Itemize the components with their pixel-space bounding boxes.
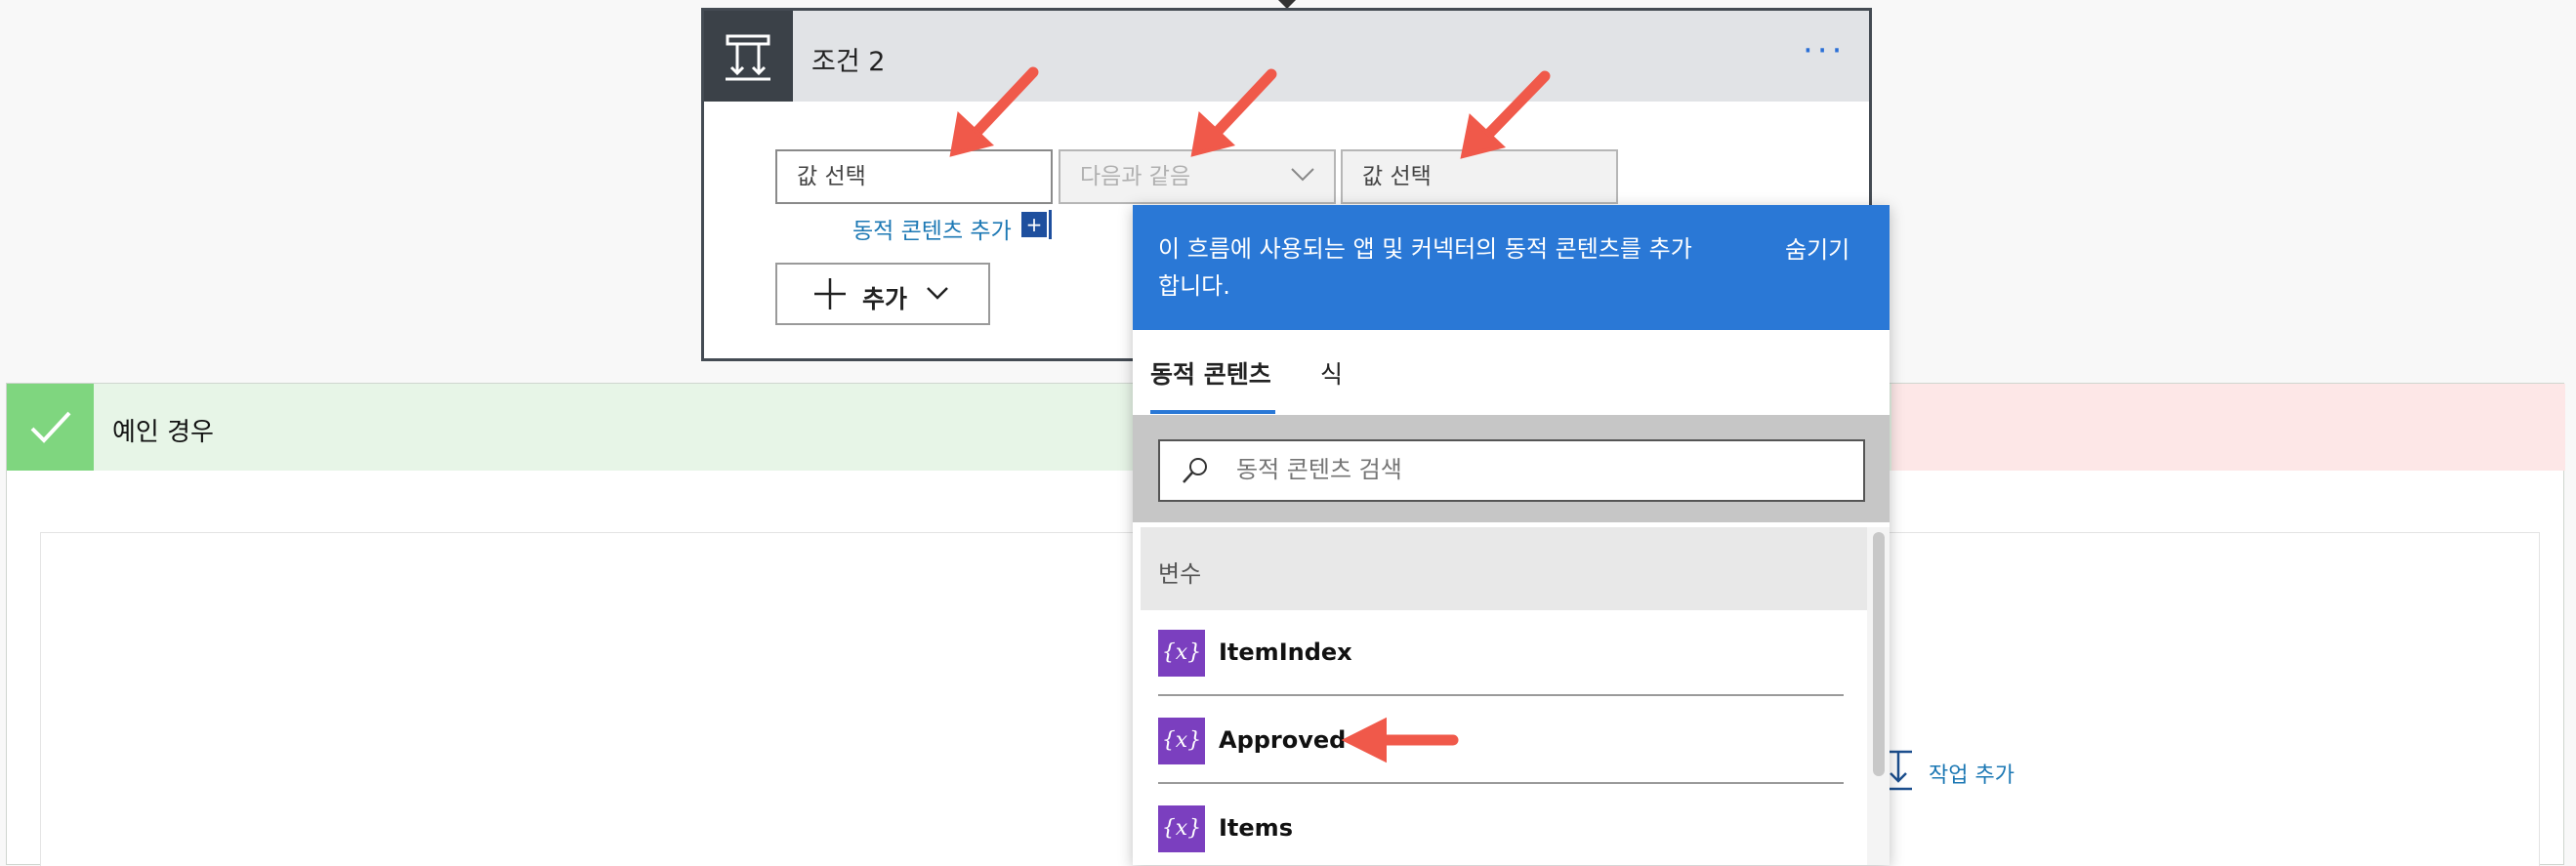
section-header-variables: 변수 bbox=[1141, 527, 1867, 610]
variable-icon: {x} bbox=[1158, 805, 1205, 852]
list-item-items[interactable]: {x} Items bbox=[1141, 786, 1867, 865]
condition-title[interactable]: 조건 2 bbox=[811, 40, 885, 78]
list-item-label: ItemIndex bbox=[1219, 639, 1352, 666]
search-input[interactable] bbox=[1236, 456, 1822, 483]
right-value-text: 값 선택 bbox=[1362, 164, 1432, 189]
check-icon bbox=[7, 384, 94, 471]
tab-dynamic-content[interactable]: 동적 콘텐츠 bbox=[1150, 355, 1271, 391]
right-value-field[interactable]: 값 선택 bbox=[1341, 149, 1618, 204]
more-options-icon[interactable]: ··· bbox=[1803, 34, 1846, 67]
condition-header[interactable]: 조건 2 ··· bbox=[704, 11, 1869, 102]
add-dynamic-content-plus-icon[interactable]: + bbox=[1021, 212, 1047, 237]
chevron-down-icon bbox=[926, 286, 949, 306]
hide-button[interactable]: 숨기기 bbox=[1785, 230, 1849, 265]
search-icon bbox=[1180, 455, 1211, 490]
left-value-text: 값 선택 bbox=[797, 164, 866, 189]
add-button-label: 추가 bbox=[862, 285, 908, 313]
left-value-field[interactable]: 값 선택 bbox=[775, 149, 1053, 204]
active-tab-indicator bbox=[1150, 410, 1275, 414]
divider bbox=[1158, 782, 1844, 784]
add-action-link[interactable]: 작업 추가 bbox=[1929, 758, 2015, 789]
no-branch-header-edge bbox=[1891, 384, 2565, 471]
section-label: 변수 bbox=[1158, 560, 1202, 588]
plus-icon bbox=[812, 276, 848, 318]
condition-icon bbox=[704, 11, 793, 102]
tab-expression[interactable]: 식 bbox=[1320, 355, 1343, 391]
list-item-label: Items bbox=[1219, 814, 1293, 842]
yes-branch-title: 예인 경우 bbox=[112, 418, 214, 447]
search-box[interactable] bbox=[1158, 439, 1865, 502]
list-item-label: Approved bbox=[1219, 726, 1347, 754]
dynamic-content-popup[interactable]: 이 흐름에 사용되는 앱 및 커넥터의 동적 콘텐츠를 추가합니다. 숨기기 동… bbox=[1133, 205, 1890, 865]
list-item-itemindex[interactable]: {x} ItemIndex bbox=[1141, 610, 1867, 697]
popup-caret bbox=[1113, 220, 1135, 263]
variable-icon: {x} bbox=[1158, 630, 1205, 677]
divider bbox=[1158, 694, 1844, 696]
list-item-approved[interactable]: {x} Approved bbox=[1141, 698, 1867, 785]
chevron-down-icon[interactable] bbox=[1290, 167, 1315, 186]
popup-header: 이 흐름에 사용되는 앱 및 커넥터의 동적 콘텐츠를 추가합니다. 숨기기 bbox=[1133, 205, 1890, 330]
scrollbar-thumb[interactable] bbox=[1873, 532, 1885, 776]
popup-description: 이 흐름에 사용되는 앱 및 커넥터의 동적 콘텐츠를 추가합니다. bbox=[1158, 235, 1692, 300]
text-cursor bbox=[1049, 210, 1052, 239]
add-button[interactable]: 추가 bbox=[775, 263, 990, 325]
variable-icon: {x} bbox=[1158, 718, 1205, 764]
operator-text: 다음과 같음 bbox=[1080, 164, 1191, 189]
add-dynamic-content-link[interactable]: 동적 콘텐츠 추가 bbox=[852, 212, 1012, 245]
